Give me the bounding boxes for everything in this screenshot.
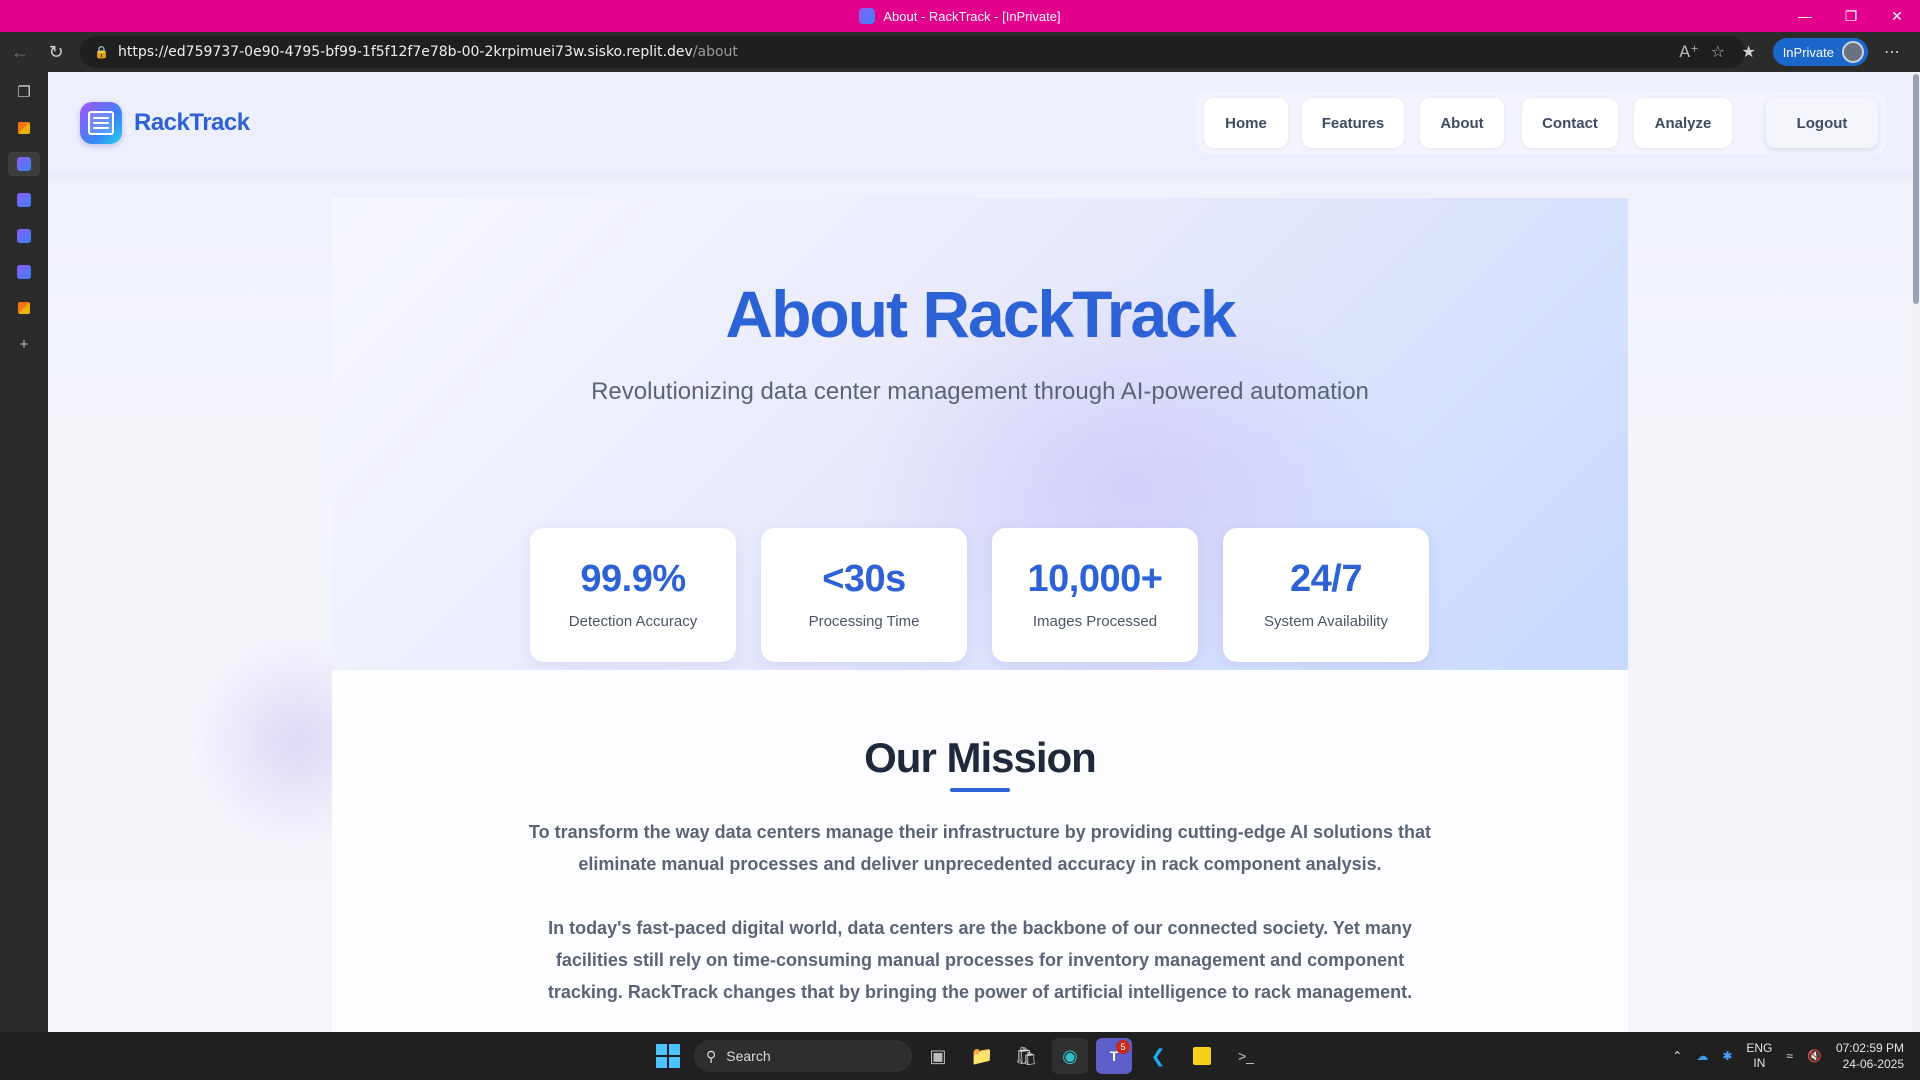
nav-home-button[interactable]: Home	[1204, 98, 1288, 148]
orange-favicon-icon	[18, 122, 30, 134]
favorites-icon[interactable]: ★	[1735, 38, 1763, 66]
teams-notification-badge: 5	[1116, 1040, 1130, 1054]
site-header: RackTrack Home Features About Contact An…	[48, 72, 1912, 174]
profile-avatar-icon	[1842, 41, 1864, 63]
content-card: About RackTrack Revolutionizing data cen…	[332, 198, 1628, 1032]
page-scrollbar[interactable]	[1912, 72, 1920, 1032]
onedrive-cloud-icon[interactable]: ☁	[1696, 1049, 1708, 1063]
stat-label: Detection Accuracy	[568, 613, 698, 630]
inprivate-label: InPrivate	[1782, 44, 1834, 60]
store-icon[interactable]: 🛍	[1008, 1038, 1044, 1074]
mission-heading: Our Mission	[864, 734, 1097, 781]
tab-racktrack-3[interactable]	[8, 224, 40, 248]
file-explorer-icon[interactable]: 📁	[964, 1038, 1000, 1074]
lang-top: ENG	[1746, 1041, 1773, 1055]
window-title-text: About - RackTrack - [InPrivate]	[883, 8, 1061, 24]
stat-label: System Availability	[1264, 613, 1388, 630]
refresh-icon[interactable]: ↻	[38, 34, 74, 70]
edge-browser-icon[interactable]: ◉	[1052, 1038, 1088, 1074]
browser-toolbar: ← ↻ 🔒 https://ed759737-0e90-4795-bf99-1f…	[0, 32, 1920, 72]
tab-orange-1[interactable]	[8, 116, 40, 140]
speaker-muted-icon[interactable]: 🔇	[1807, 1049, 1822, 1063]
new-tab-plus-icon[interactable]: +	[8, 332, 40, 356]
task-view-icon[interactable]: ▣	[920, 1038, 956, 1074]
tab-actions-icon[interactable]: ❐	[8, 80, 40, 104]
close-icon[interactable]: ✕	[1874, 0, 1920, 32]
url-path: /about	[692, 44, 738, 60]
stat-label: Processing Time	[808, 613, 920, 630]
search-placeholder: Search	[726, 1048, 771, 1064]
sticky-notes-icon[interactable]	[1184, 1038, 1220, 1074]
nav-contact-button[interactable]: Contact	[1522, 98, 1618, 148]
bluetooth-icon[interactable]: ✱	[1722, 1049, 1732, 1063]
url-actions: A⁺ ☆	[1679, 42, 1725, 61]
nav-about-button[interactable]: About	[1420, 98, 1504, 148]
racktrack-favicon-icon	[17, 229, 31, 243]
page-title: About RackTrack	[725, 277, 1236, 351]
tab-racktrack-2[interactable]	[8, 188, 40, 212]
stat-card: <30s Processing Time	[761, 528, 967, 662]
stat-card: 99.9% Detection Accuracy	[530, 528, 736, 662]
stat-value: 99.9%	[580, 558, 686, 600]
logout-button[interactable]: Logout	[1766, 98, 1878, 148]
minimize-icon[interactable]: —	[1782, 0, 1828, 32]
tab-racktrack-4[interactable]	[8, 260, 40, 284]
chevron-up-icon[interactable]: ⌃	[1672, 1049, 1682, 1063]
scrollbar-thumb[interactable]	[1913, 74, 1919, 304]
mission-paragraph-2: In today's fast-paced digital world, dat…	[547, 918, 1413, 1002]
brand-name: RackTrack	[134, 109, 250, 136]
back-arrow-icon[interactable]: ←	[2, 34, 38, 70]
stat-card: 10,000+ Images Processed	[992, 528, 1198, 662]
read-aloud-icon[interactable]: A⁺	[1679, 42, 1698, 61]
stat-label: Images Processed	[1032, 613, 1158, 630]
wifi-icon[interactable]: ≈	[1786, 1049, 1793, 1063]
racktrack-favicon-icon	[17, 157, 31, 171]
teams-icon[interactable]: T 5	[1096, 1038, 1132, 1074]
search-icon: ⚲	[706, 1047, 717, 1064]
nav-features-button[interactable]: Features	[1302, 98, 1404, 148]
lock-icon: 🔒	[94, 45, 109, 59]
inprivate-button[interactable]: InPrivate	[1772, 38, 1868, 66]
terminal-icon[interactable]: >_	[1228, 1038, 1264, 1074]
clock-time: 07:02:59 PM	[1835, 1041, 1904, 1055]
vscode-icon[interactable]: ❮	[1140, 1038, 1176, 1074]
nav-analyze-button[interactable]: Analyze	[1634, 98, 1732, 148]
tab-orange-2[interactable]	[8, 296, 40, 320]
brand[interactable]: RackTrack	[80, 102, 250, 144]
tab-racktrack-active[interactable]	[8, 152, 40, 176]
language-indicator[interactable]: ENG IN	[1746, 1041, 1772, 1071]
hero-section: About RackTrack Revolutionizing data cen…	[332, 198, 1628, 670]
window-titlebar: About - RackTrack - [InPrivate] — ❐ ✕	[0, 0, 1920, 32]
mission-underline	[950, 788, 1010, 792]
racktrack-favicon-icon	[859, 8, 876, 24]
clock[interactable]: 07:02:59 PM 24-06-2025	[1836, 1040, 1904, 1072]
window-controls: — ❐ ✕	[1782, 0, 1920, 32]
racktrack-logo-icon	[80, 102, 122, 144]
window-title: About - RackTrack - [InPrivate]	[859, 8, 1061, 24]
racktrack-favicon-icon	[17, 193, 31, 207]
taskbar-search[interactable]: ⚲ Search	[694, 1040, 912, 1072]
system-tray: ⌃ ☁ ✱ ENG IN ≈ 🔇 07:02:59 PM 24-06-2025	[1672, 1032, 1920, 1080]
stat-value: <30s	[822, 558, 906, 600]
page-subtitle: Revolutionizing data center management t…	[591, 378, 1369, 405]
more-options-icon[interactable]: ⋯	[1878, 38, 1906, 66]
restore-icon[interactable]: ❐	[1828, 0, 1874, 32]
orange-favicon-icon	[18, 302, 30, 314]
url-host: https://ed759737-0e90-4795-bf99-1f5f12f7…	[118, 44, 693, 60]
page-viewport: RackTrack Home Features About Contact An…	[48, 72, 1920, 1032]
mission-paragraph-1: To transform the way data centers manage…	[528, 822, 1432, 874]
vertical-tabs: ❐ +	[0, 72, 48, 1032]
racktrack-favicon-icon	[17, 265, 31, 279]
stat-value: 24/7	[1290, 558, 1362, 600]
stat-card: 24/7 System Availability	[1223, 528, 1429, 662]
taskbar-apps: ⚲ Search ▣ 📁 🛍 ◉ T 5 ❮ >_	[650, 1032, 1264, 1080]
clock-date: 24-06-2025	[1842, 1057, 1904, 1071]
stat-value: 10,000+	[1027, 558, 1163, 600]
lang-bottom: IN	[1753, 1056, 1766, 1070]
favorite-star-icon[interactable]: ☆	[1711, 42, 1725, 61]
start-windows-icon[interactable]	[650, 1038, 686, 1074]
toolbar-right: ★ InPrivate ⋯	[1735, 32, 1920, 72]
taskbar: ⚲ Search ▣ 📁 🛍 ◉ T 5 ❮ >_ ⌃ ☁ ✱ ENG IN ≈…	[0, 1032, 1920, 1080]
address-bar[interactable]: 🔒 https://ed759737-0e90-4795-bf99-1f5f12…	[80, 36, 1745, 68]
